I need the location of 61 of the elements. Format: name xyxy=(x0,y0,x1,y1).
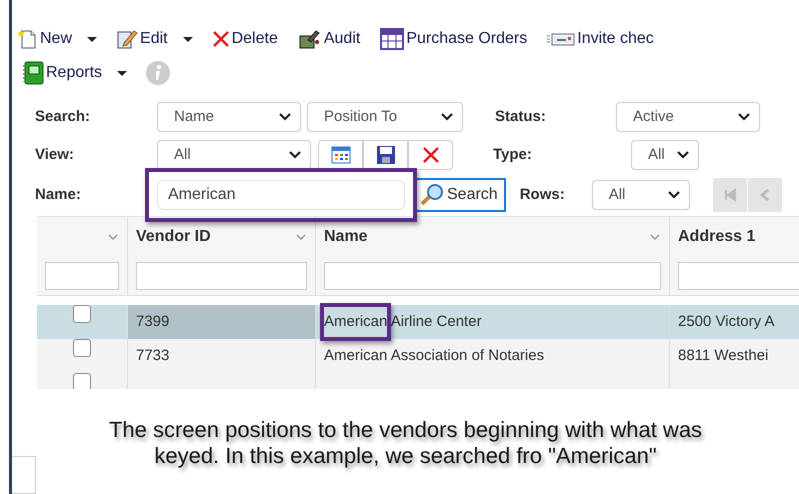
field-label: Name: xyxy=(35,184,82,205)
chevron-icon xyxy=(288,150,302,160)
chevron-icon[interactable] xyxy=(107,233,119,241)
field-label: Search: xyxy=(35,106,92,127)
select-field[interactable]: Name xyxy=(157,102,301,132)
chevron-icon xyxy=(278,112,292,122)
page-icon xyxy=(18,28,38,50)
edit-button[interactable]: Edit xyxy=(116,27,168,51)
filter-field[interactable] xyxy=(136,262,307,290)
select-field[interactable]: Active xyxy=(616,102,760,132)
close-icon xyxy=(212,30,230,48)
vendor-id-text: 7733 xyxy=(136,346,170,366)
chevron-icon xyxy=(737,112,751,122)
field-label: Rows: xyxy=(520,184,566,205)
field-label: Status: xyxy=(495,106,547,127)
save-button[interactable] xyxy=(363,140,408,170)
stamp-icon xyxy=(298,28,322,50)
chevron-icon xyxy=(666,190,681,200)
chevron-icon[interactable] xyxy=(649,233,661,241)
corner-box xyxy=(12,456,36,494)
filter-field[interactable] xyxy=(45,262,119,290)
envelope-icon xyxy=(547,31,576,47)
grid-view-button[interactable] xyxy=(318,140,363,170)
magnifier-icon xyxy=(419,183,445,207)
orders-button[interactable]: Purchase Orders xyxy=(380,27,528,51)
calendar-icon xyxy=(330,146,350,164)
row-checkbox[interactable] xyxy=(73,339,91,357)
select-field[interactable]: All xyxy=(592,180,690,210)
row-checkbox[interactable] xyxy=(73,373,91,389)
chevron-icon[interactable] xyxy=(295,233,307,241)
close-icon xyxy=(422,146,440,164)
select-field[interactable]: Position To xyxy=(307,102,463,132)
book-icon xyxy=(22,61,44,85)
search-button[interactable]: Search xyxy=(415,178,506,212)
chevron-icon xyxy=(440,112,454,122)
table-icon xyxy=(380,28,404,50)
audit-button[interactable]: Audit xyxy=(298,27,360,51)
select-field[interactable]: All xyxy=(631,140,699,170)
invite-button[interactable]: Invite chec xyxy=(547,27,654,51)
name-input[interactable]: American xyxy=(157,180,405,210)
table-row[interactable]: 7733 American Association of Notaries 8811 Westhei xyxy=(37,339,799,373)
table-row[interactable]: 7399 American Airline Center 2500 Victory A xyxy=(37,305,799,339)
address-text: 8811 Westhei xyxy=(678,346,768,366)
delete-button[interactable]: Delete xyxy=(212,27,278,51)
vendor-id-text: 7399 xyxy=(136,312,170,332)
vendor-name-text: American Airline Center xyxy=(324,312,482,332)
chevron-icon xyxy=(676,150,690,160)
field-label: Type: xyxy=(493,144,533,165)
caption-text: The screen positions to the vendors beginning with what was keyed. In this example, we searched fro "American" xyxy=(108,417,704,469)
clear-button[interactable] xyxy=(408,140,453,170)
address-text: 2500 Victory A xyxy=(678,312,774,332)
first-page-icon xyxy=(722,188,737,202)
pencil-page-icon xyxy=(116,28,138,50)
reports-button[interactable]: Reports xyxy=(22,61,102,85)
new-button[interactable]: New xyxy=(18,27,72,51)
chevron-left-icon xyxy=(758,188,772,202)
select-field[interactable]: All xyxy=(157,140,311,170)
vendor-name-text: American Association of Notaries xyxy=(324,346,544,366)
field-label: View: xyxy=(35,144,75,165)
filter-field[interactable] xyxy=(324,262,661,290)
row-checkbox[interactable] xyxy=(73,305,91,323)
